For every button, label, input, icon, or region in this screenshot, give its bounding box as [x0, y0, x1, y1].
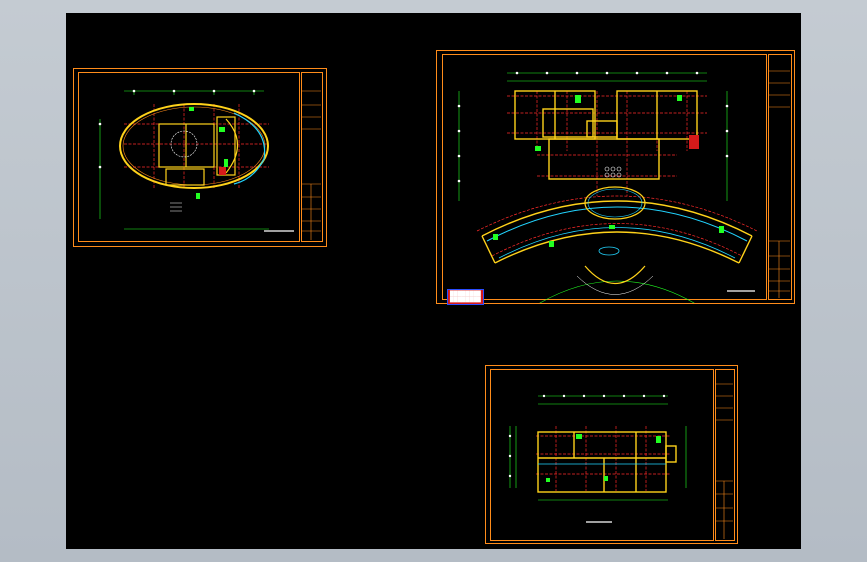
drawing-canvas[interactable]: ████████ ████████: [66, 13, 801, 549]
oval-plan-drawing: [98, 89, 321, 240]
curved-plan-drawing: [457, 70, 790, 303]
rect-plan-drawing: [508, 383, 733, 539]
stamp-line-2: ████████: [450, 297, 481, 303]
sheet-rect-plan[interactable]: [485, 365, 738, 544]
stamp-label: ████████ ████████: [447, 289, 484, 305]
sheet-oval-plan[interactable]: [73, 68, 327, 247]
sheet-curved-plan[interactable]: ████████ ████████: [436, 50, 795, 305]
